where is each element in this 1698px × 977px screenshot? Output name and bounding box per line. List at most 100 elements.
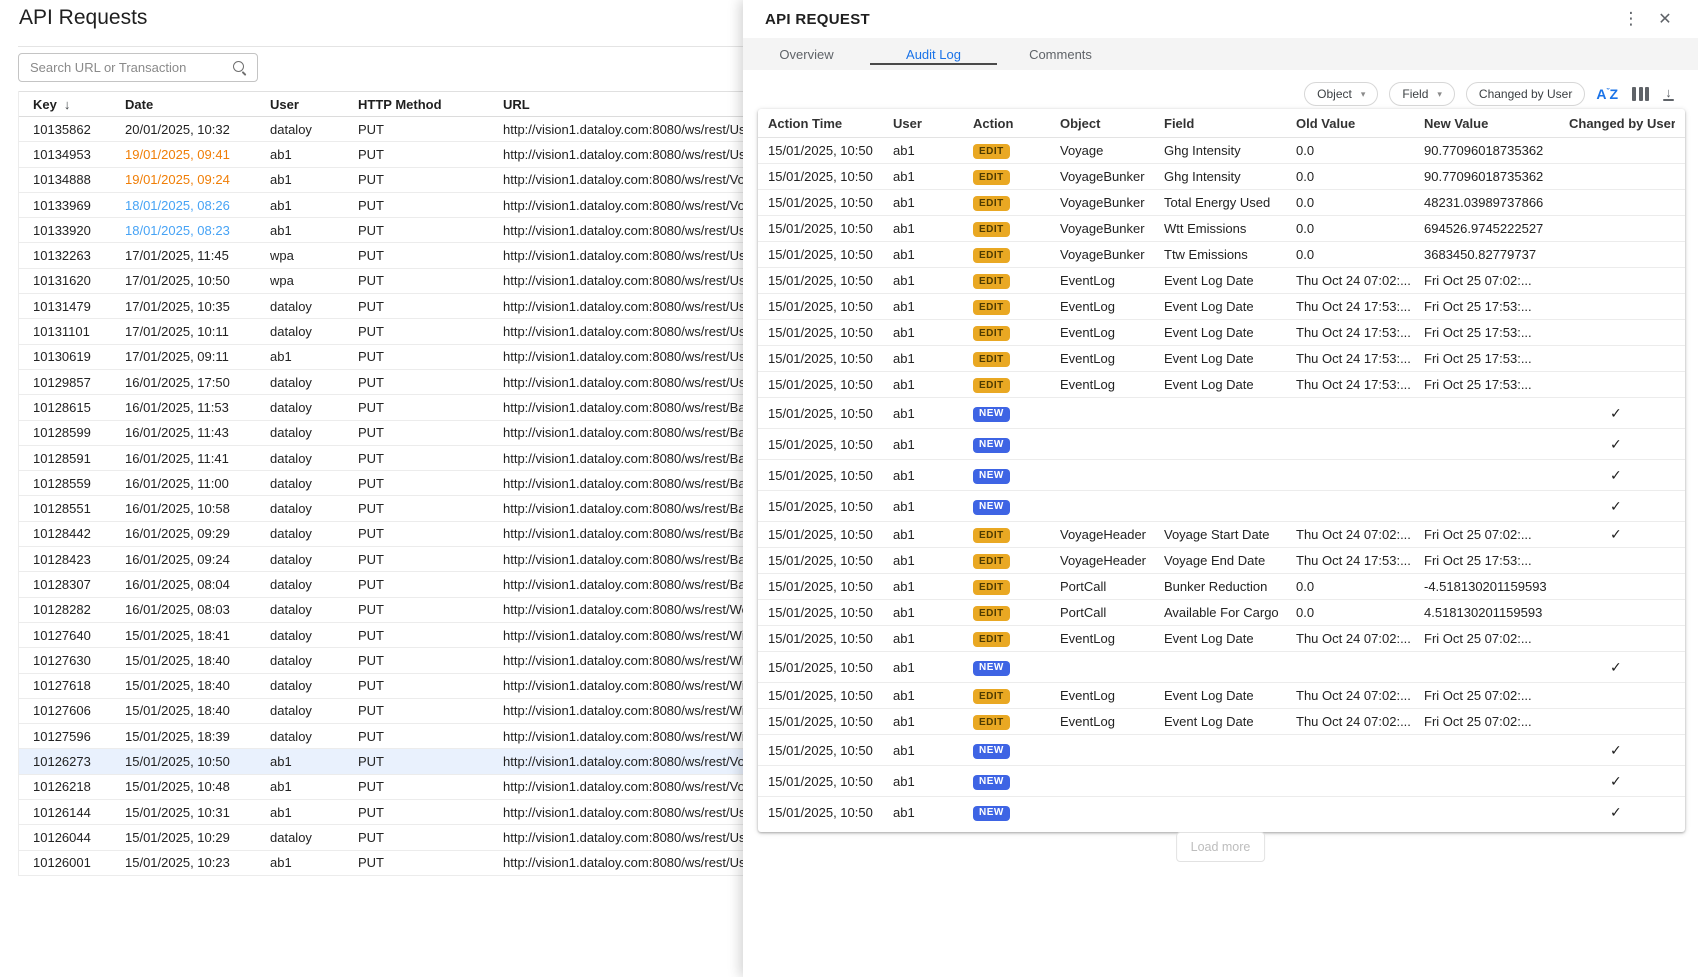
new-value-cell: Fri Oct 25 17:53:... bbox=[1424, 299, 1569, 314]
audit-log-row[interactable]: 15/01/2025, 10:50 ab1 EDIT EventLog Even… bbox=[758, 372, 1685, 398]
audit-log-row[interactable]: 15/01/2025, 10:50 ab1 NEW ✓ bbox=[758, 652, 1685, 683]
action-badge: NEW bbox=[973, 438, 1010, 453]
more-options-icon[interactable]: ⋮ bbox=[1620, 9, 1642, 29]
date-cell: 16/01/2025, 08:03 bbox=[125, 602, 270, 617]
audit-log-row[interactable]: 15/01/2025, 10:50 ab1 EDIT EventLog Even… bbox=[758, 294, 1685, 320]
user-cell: ab1 bbox=[270, 349, 358, 364]
tab-audit-log[interactable]: Audit Log bbox=[870, 38, 997, 70]
sort-alpha-icon[interactable]: AˇZ bbox=[1596, 83, 1618, 105]
action-badge: NEW bbox=[973, 806, 1010, 821]
action-time-cell: 15/01/2025, 10:50 bbox=[768, 714, 893, 729]
http-method-cell: PUT bbox=[358, 703, 503, 718]
user-cell: ab1 bbox=[893, 805, 973, 820]
close-icon[interactable]: ✕ bbox=[1654, 9, 1676, 29]
audit-log-row[interactable]: 15/01/2025, 10:50 ab1 EDIT VoyageBunker … bbox=[758, 242, 1685, 268]
http-method-cell: PUT bbox=[358, 678, 503, 693]
action-cell: EDIT bbox=[973, 142, 1060, 160]
key-cell: 10128282 bbox=[33, 602, 125, 617]
changed-by-user-checkmark: ✓ bbox=[1610, 773, 1622, 789]
audit-log-row[interactable]: 15/01/2025, 10:50 ab1 EDIT VoyageHeader … bbox=[758, 522, 1685, 548]
key-cell: 10131101 bbox=[33, 324, 125, 339]
field-filter-chip[interactable]: Field ▾ bbox=[1389, 82, 1455, 106]
action-cell: EDIT bbox=[973, 526, 1060, 544]
action-cell: EDIT bbox=[973, 713, 1060, 731]
sort-desc-icon[interactable]: ↓ bbox=[64, 97, 71, 112]
tab-comments[interactable]: Comments bbox=[997, 38, 1124, 70]
column-header-http-method[interactable]: HTTP Method bbox=[358, 97, 503, 112]
action-cell: NEW bbox=[973, 803, 1060, 821]
action-cell: NEW bbox=[973, 772, 1060, 790]
load-more-button[interactable]: Load more bbox=[1176, 832, 1266, 862]
audit-log-row[interactable]: 15/01/2025, 10:50 ab1 EDIT VoyageBunker … bbox=[758, 164, 1685, 190]
old-value-cell: Thu Oct 24 07:02:... bbox=[1296, 688, 1424, 703]
user-cell: ab1 bbox=[270, 754, 358, 769]
changed-by-user-checkmark: ✓ bbox=[1610, 498, 1622, 514]
changed-by-user-cell: ✓ bbox=[1569, 405, 1675, 422]
audit-log-row[interactable]: 15/01/2025, 10:50 ab1 NEW ✓ bbox=[758, 491, 1685, 522]
user-cell: dataloy bbox=[270, 830, 358, 845]
object-cell: EventLog bbox=[1060, 273, 1164, 288]
date-cell: 16/01/2025, 08:04 bbox=[125, 577, 270, 592]
search-box[interactable] bbox=[18, 53, 258, 82]
user-cell: ab1 bbox=[893, 299, 973, 314]
key-cell: 10134888 bbox=[33, 172, 125, 187]
field-cell: Event Log Date bbox=[1164, 377, 1296, 392]
action-time-cell: 15/01/2025, 10:50 bbox=[768, 247, 893, 262]
search-icon[interactable] bbox=[232, 60, 248, 76]
search-input[interactable] bbox=[28, 59, 232, 76]
audit-log-row[interactable]: 15/01/2025, 10:50 ab1 NEW ✓ bbox=[758, 429, 1685, 460]
old-value-cell: 0.0 bbox=[1296, 579, 1424, 594]
audit-log-row[interactable]: 15/01/2025, 10:50 ab1 EDIT VoyageBunker … bbox=[758, 216, 1685, 242]
key-cell: 10132263 bbox=[33, 248, 125, 263]
download-icon[interactable]: ↓ bbox=[1663, 83, 1674, 105]
audit-log-row[interactable]: 15/01/2025, 10:50 ab1 NEW ✓ bbox=[758, 460, 1685, 491]
audit-log-row[interactable]: 15/01/2025, 10:50 ab1 NEW ✓ bbox=[758, 398, 1685, 429]
tab-overview[interactable]: Overview bbox=[743, 38, 870, 70]
audit-log-row[interactable]: 15/01/2025, 10:50 ab1 EDIT EventLog Even… bbox=[758, 320, 1685, 346]
audit-log-row[interactable]: 15/01/2025, 10:50 ab1 EDIT Voyage Ghg In… bbox=[758, 138, 1685, 164]
audit-log-row[interactable]: 15/01/2025, 10:50 ab1 EDIT PortCall Bunk… bbox=[758, 574, 1685, 600]
audit-log-row[interactable]: 15/01/2025, 10:50 ab1 EDIT VoyageHeader … bbox=[758, 548, 1685, 574]
old-value-cell: Thu Oct 24 07:02:... bbox=[1296, 527, 1424, 542]
action-badge: EDIT bbox=[973, 274, 1010, 289]
field-cell: Event Log Date bbox=[1164, 351, 1296, 366]
key-cell: 10128551 bbox=[33, 501, 125, 516]
key-cell: 10126218 bbox=[33, 779, 125, 794]
audit-log-row[interactable]: 15/01/2025, 10:50 ab1 EDIT VoyageBunker … bbox=[758, 190, 1685, 216]
audit-log-row[interactable]: 15/01/2025, 10:50 ab1 EDIT EventLog Even… bbox=[758, 346, 1685, 372]
user-cell: dataloy bbox=[270, 653, 358, 668]
user-cell: ab1 bbox=[270, 779, 358, 794]
audit-log-row[interactable]: 15/01/2025, 10:50 ab1 NEW ✓ bbox=[758, 766, 1685, 797]
panel-title: API REQUEST bbox=[765, 11, 870, 28]
column-header-key[interactable]: Key ↓ bbox=[33, 97, 125, 112]
audit-log-row[interactable]: 15/01/2025, 10:50 ab1 EDIT EventLog Even… bbox=[758, 683, 1685, 709]
audit-log-row[interactable]: 15/01/2025, 10:50 ab1 NEW ✓ bbox=[758, 735, 1685, 766]
action-badge: EDIT bbox=[973, 689, 1010, 704]
audit-log-row[interactable]: 15/01/2025, 10:50 ab1 EDIT EventLog Even… bbox=[758, 268, 1685, 294]
changed-by-user-filter-chip[interactable]: Changed by User bbox=[1466, 82, 1585, 106]
action-cell: EDIT bbox=[973, 376, 1060, 394]
audit-log-row[interactable]: 15/01/2025, 10:50 ab1 EDIT EventLog Even… bbox=[758, 626, 1685, 652]
changed-by-user-checkmark: ✓ bbox=[1610, 659, 1622, 675]
http-method-cell: PUT bbox=[358, 552, 503, 567]
date-cell: 15/01/2025, 18:39 bbox=[125, 729, 270, 744]
column-header-user[interactable]: User bbox=[270, 97, 358, 112]
audit-log-row[interactable]: 15/01/2025, 10:50 ab1 EDIT EventLog Even… bbox=[758, 709, 1685, 735]
user-cell: dataloy bbox=[270, 526, 358, 541]
field-cell: Ghg Intensity bbox=[1164, 169, 1296, 184]
action-cell: EDIT bbox=[973, 272, 1060, 290]
object-cell: EventLog bbox=[1060, 714, 1164, 729]
audit-log-row[interactable]: 15/01/2025, 10:50 ab1 NEW ✓ bbox=[758, 797, 1685, 827]
user-cell: dataloy bbox=[270, 628, 358, 643]
date-cell: 16/01/2025, 17:50 bbox=[125, 375, 270, 390]
audit-log-row[interactable]: 15/01/2025, 10:50 ab1 EDIT PortCall Avai… bbox=[758, 600, 1685, 626]
field-cell: Ghg Intensity bbox=[1164, 143, 1296, 158]
field-cell: Event Log Date bbox=[1164, 325, 1296, 340]
http-method-cell: PUT bbox=[358, 299, 503, 314]
column-header-date[interactable]: Date bbox=[125, 97, 270, 112]
object-filter-chip[interactable]: Object ▾ bbox=[1304, 82, 1378, 106]
column-picker-icon[interactable] bbox=[1632, 83, 1649, 105]
changed-by-user-checkmark: ✓ bbox=[1610, 804, 1622, 820]
changed-by-user-checkmark: ✓ bbox=[1610, 405, 1622, 421]
user-cell: dataloy bbox=[270, 602, 358, 617]
